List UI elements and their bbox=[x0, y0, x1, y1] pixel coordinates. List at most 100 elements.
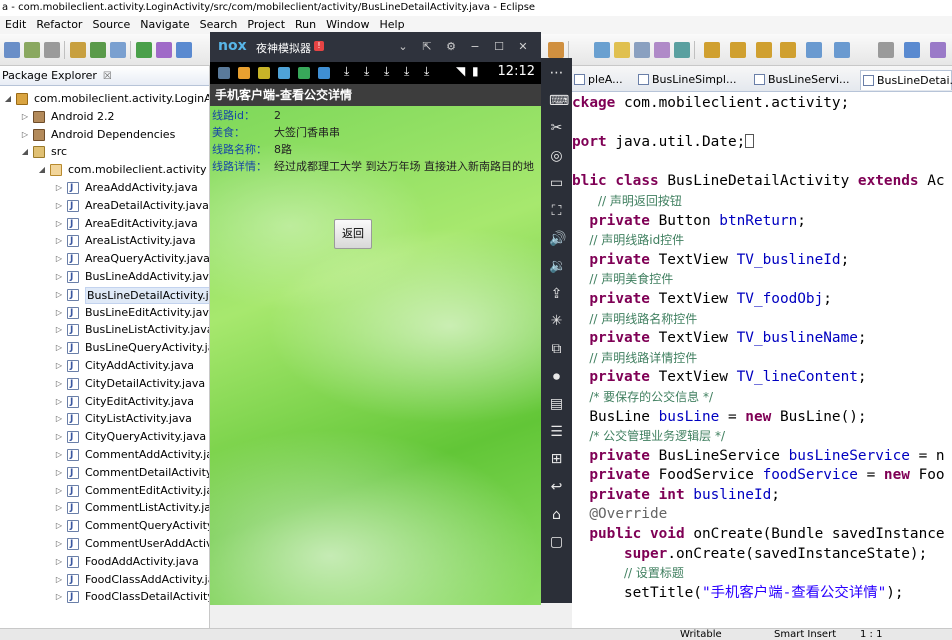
editor-tab[interactable]: BusLineSimpl... bbox=[636, 70, 746, 90]
tree-item[interactable]: ◢ com.mobileclient.activity.LoginActivity bbox=[0, 90, 209, 108]
location-icon[interactable]: ◎ bbox=[549, 148, 564, 164]
code-line[interactable]: BusLine busLine = new BusLine(); bbox=[572, 408, 952, 428]
collapsed-arrow-icon[interactable]: ▷ bbox=[55, 375, 63, 393]
code-line[interactable] bbox=[572, 114, 952, 134]
code-line[interactable]: port java.util.Date; bbox=[572, 133, 952, 153]
tree-item[interactable]: ▷ CityEditActivity.java bbox=[0, 393, 209, 412]
toolbar-button-icon[interactable] bbox=[176, 42, 192, 58]
collapsed-arrow-icon[interactable]: ▷ bbox=[55, 499, 63, 517]
toolbar-button-icon[interactable] bbox=[594, 42, 610, 58]
toolbar-button-icon[interactable] bbox=[834, 42, 850, 58]
chevron-down-icon[interactable]: ⌄ bbox=[396, 40, 410, 54]
toolbar-button-icon[interactable] bbox=[878, 42, 894, 58]
toolbar-button-icon[interactable] bbox=[654, 42, 670, 58]
tree-item[interactable]: ▷ AreaEditActivity.java bbox=[0, 215, 209, 234]
code-area[interactable]: ckage com.mobileclient.activity; port jav… bbox=[572, 94, 952, 603]
tree-item[interactable]: ▷ CityDetailActivity.java bbox=[0, 375, 209, 394]
code-line[interactable]: private TextView TV_lineContent; bbox=[572, 368, 952, 388]
collapsed-arrow-icon[interactable]: ▷ bbox=[55, 215, 63, 233]
toolbar-button-icon[interactable] bbox=[634, 42, 650, 58]
recent-apps-icon[interactable]: ▢ bbox=[549, 535, 564, 550]
tree-item[interactable]: ▷ CityListActivity.java bbox=[0, 410, 209, 429]
tree-item[interactable]: ▷ CommentEditActivity.java bbox=[0, 482, 209, 501]
gear-icon[interactable]: ⚙ bbox=[444, 40, 458, 54]
menu-icon[interactable]: ☰ bbox=[549, 424, 564, 440]
tree-item[interactable]: ▷ CommentDetailActivity.java bbox=[0, 464, 209, 483]
tree-item[interactable]: ▷ AreaListActivity.java bbox=[0, 232, 209, 251]
code-line[interactable]: super.onCreate(savedInstanceState); bbox=[572, 545, 952, 565]
toolbar-button-icon[interactable] bbox=[110, 42, 126, 58]
tree-item[interactable]: ▷ CommentQueryActivity.java bbox=[0, 517, 209, 536]
more-icon[interactable]: ⋯ bbox=[549, 66, 564, 81]
code-line[interactable]: // 声明返回按钮 bbox=[572, 192, 952, 212]
code-line[interactable]: private TextView TV_buslineId; bbox=[572, 251, 952, 271]
collapsed-arrow-icon[interactable]: ▷ bbox=[55, 197, 63, 215]
package-explorer-tab[interactable]: Package Explorer ☒ bbox=[0, 66, 209, 86]
tree-item[interactable]: ▷ Android Dependencies bbox=[0, 126, 209, 144]
editor-tab[interactable]: BusLineDetai... bbox=[860, 70, 952, 90]
close-icon[interactable]: ☒ bbox=[103, 71, 112, 82]
collapsed-arrow-icon[interactable]: ▷ bbox=[55, 232, 63, 250]
tree-item[interactable]: ▷ Android 2.2 bbox=[0, 108, 209, 126]
tree-item[interactable]: ▷ CommentAddActivity.java bbox=[0, 446, 209, 465]
menu-item[interactable]: Refactor bbox=[31, 16, 87, 34]
volume-up-icon[interactable]: 🔊 bbox=[549, 231, 566, 247]
toolbar-button-icon[interactable] bbox=[704, 42, 720, 58]
collapsed-arrow-icon[interactable]: ▷ bbox=[55, 268, 63, 286]
code-line[interactable]: private Button btnReturn; bbox=[572, 212, 952, 232]
tree-item[interactable]: ▷ BusLineQueryActivity.java bbox=[0, 339, 209, 358]
code-line[interactable]: // 声明线路详情控件 bbox=[572, 349, 952, 369]
toolbar-button-icon[interactable] bbox=[24, 42, 40, 58]
toolbar-button-icon[interactable] bbox=[44, 42, 60, 58]
collapsed-arrow-icon[interactable]: ▷ bbox=[55, 517, 63, 535]
collapsed-arrow-icon[interactable]: ▷ bbox=[55, 339, 63, 357]
tree-item[interactable]: ▷ FoodClassAddActivity.java bbox=[0, 571, 209, 590]
collapsed-arrow-icon[interactable]: ▷ bbox=[55, 250, 63, 268]
toolbar-button-icon[interactable] bbox=[70, 42, 86, 58]
toolbar-button-icon[interactable] bbox=[156, 42, 172, 58]
tree-item[interactable]: ▷ BusLineListActivity.java bbox=[0, 321, 209, 340]
collapsed-arrow-icon[interactable]: ▷ bbox=[55, 446, 63, 464]
back-icon[interactable]: ↩ bbox=[549, 480, 564, 495]
fullscreen-icon[interactable]: ⛶ bbox=[549, 204, 564, 219]
shake-icon[interactable]: ✳ bbox=[549, 314, 564, 329]
editor-tab[interactable]: BusLineServi... bbox=[752, 70, 856, 90]
collapsed-arrow-icon[interactable]: ▷ bbox=[55, 428, 63, 446]
tree-item[interactable]: ▷ BusLineDetailActivity.java bbox=[0, 286, 209, 305]
toolbar-button-icon[interactable] bbox=[756, 42, 772, 58]
toolbar-button-icon[interactable] bbox=[904, 42, 920, 58]
toolbar-button-icon[interactable] bbox=[4, 42, 20, 58]
screenshot-icon[interactable]: ✂ bbox=[549, 121, 564, 136]
collapsed-arrow-icon[interactable]: ▷ bbox=[55, 357, 63, 375]
tree-item[interactable]: ▷ AreaAddActivity.java bbox=[0, 179, 209, 198]
code-line[interactable]: public void onCreate(Bundle savedInstanc… bbox=[572, 525, 952, 545]
code-line[interactable]: blic class BusLineDetailActivity extends… bbox=[572, 172, 952, 192]
home-icon[interactable]: ⌂ bbox=[549, 507, 564, 523]
screen-icon[interactable]: ▭ bbox=[549, 176, 564, 191]
collapsed-arrow-icon[interactable]: ▷ bbox=[55, 464, 63, 482]
expanded-arrow-icon[interactable]: ◢ bbox=[38, 161, 46, 179]
multi-window-icon[interactable]: ⧉ bbox=[549, 342, 564, 357]
keyboard-icon[interactable]: ⌨ bbox=[549, 93, 569, 109]
record-icon[interactable]: ⏺ bbox=[549, 369, 564, 385]
collapsed-arrow-icon[interactable]: ▷ bbox=[55, 482, 63, 500]
file-icon[interactable]: ▤ bbox=[549, 397, 564, 412]
code-line[interactable]: ckage com.mobileclient.activity; bbox=[572, 94, 952, 114]
pin-icon[interactable]: ⇱ bbox=[420, 40, 434, 54]
code-line[interactable]: // 声明线路id控件 bbox=[572, 231, 952, 251]
code-line[interactable]: private BusLineService busLineService = … bbox=[572, 447, 952, 467]
tree-item[interactable]: ◢ src bbox=[0, 143, 209, 161]
add-icon[interactable]: ⊞ bbox=[549, 452, 564, 467]
collapsed-arrow-icon[interactable]: ▷ bbox=[55, 571, 63, 589]
toolbar-button-icon[interactable] bbox=[674, 42, 690, 58]
code-line[interactable]: @Override bbox=[572, 505, 952, 525]
volume-down-icon[interactable]: 🔉 bbox=[549, 259, 566, 274]
collapsed-arrow-icon[interactable]: ▷ bbox=[55, 393, 63, 411]
tree-item[interactable]: ▷ CommentListActivity.java bbox=[0, 499, 209, 518]
collapsed-arrow-icon[interactable]: ▷ bbox=[21, 126, 29, 144]
code-line[interactable]: /* 公交管理业务逻辑层 */ bbox=[572, 427, 952, 447]
toolbar-button-icon[interactable] bbox=[930, 42, 946, 58]
toolbar-button-icon[interactable] bbox=[614, 42, 630, 58]
toolbar-button-icon[interactable] bbox=[136, 42, 152, 58]
apk-install-icon[interactable]: ⇪ bbox=[549, 286, 564, 302]
